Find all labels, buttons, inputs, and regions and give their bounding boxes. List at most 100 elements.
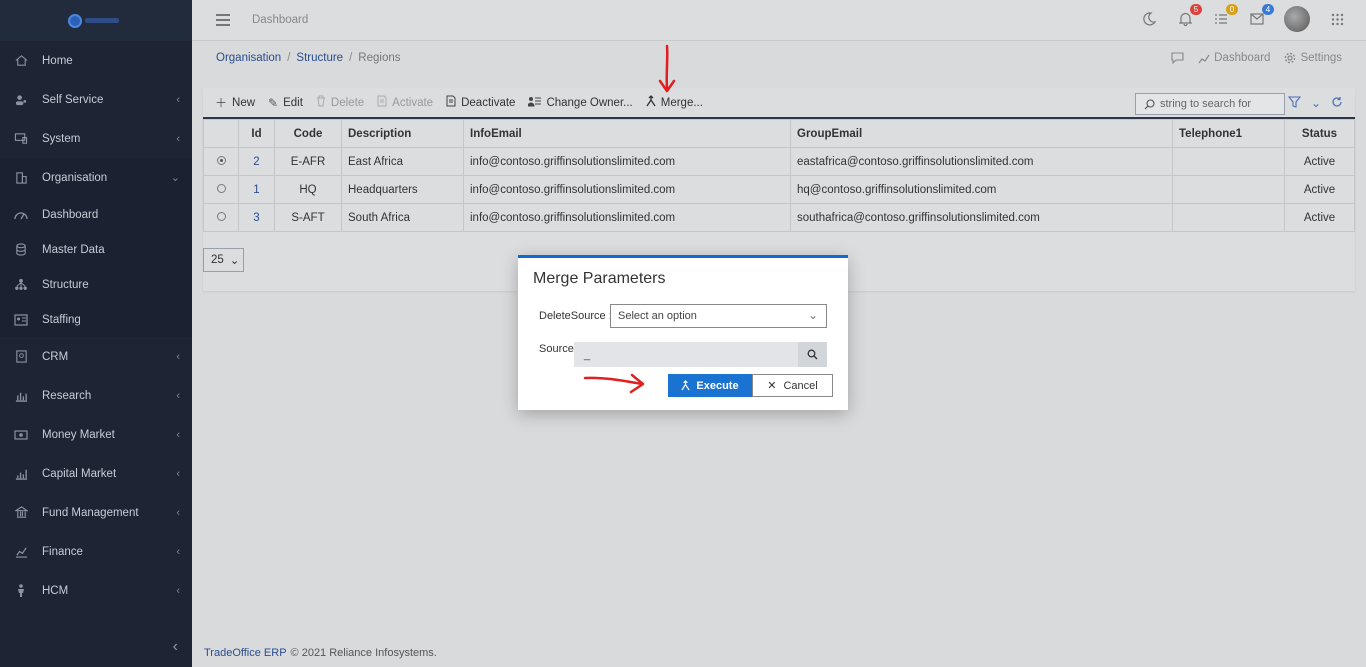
breadcrumb-organisation[interactable]: Organisation	[216, 52, 281, 64]
sidebar-item-staffing[interactable]: Staffing	[0, 302, 192, 337]
table-row[interactable]: 2 E-AFR East Africa info@contoso.griffin…	[203, 147, 1355, 176]
sidebar-item-crm[interactable]: CRM ‹	[0, 337, 192, 376]
source-input[interactable]: _	[574, 342, 798, 367]
sidebar-item-fund-management[interactable]: Fund Management ‹	[0, 493, 192, 532]
row-select-radio[interactable]	[203, 203, 239, 232]
contacts-icon	[14, 350, 28, 364]
users-icon	[14, 93, 28, 107]
cell-id[interactable]: 2	[238, 147, 275, 176]
row-select-radio[interactable]	[203, 175, 239, 204]
breadcrumb-structure[interactable]: Structure	[296, 52, 343, 64]
filter-icon[interactable]	[1287, 96, 1302, 111]
cell-id[interactable]: 3	[238, 203, 275, 232]
chevron-down-icon: ⌄	[807, 308, 818, 322]
table-row[interactable]: 3 S-AFT South Africa info@contoso.griffi…	[203, 203, 1355, 232]
sidebar-item-organisation[interactable]: Organisation ⌄	[0, 158, 192, 197]
dashboard-link[interactable]: Dashboard	[1198, 52, 1270, 64]
sidebar-item-master-data[interactable]: Master Data	[0, 232, 192, 267]
chat-icon	[1171, 52, 1184, 64]
chevron-down-icon: ⌄	[170, 172, 180, 184]
collapse-sidebar-button[interactable]: ‹	[0, 627, 192, 667]
column-header-telephone1[interactable]: Telephone1	[1172, 119, 1285, 148]
chevron-left-icon: ‹	[176, 428, 180, 441]
sidebar-item-money-market[interactable]: Money Market ‹	[0, 415, 192, 454]
sidebar-item-structure[interactable]: Structure	[0, 267, 192, 302]
cell-id[interactable]: 1	[238, 175, 275, 204]
pencil-icon: ✎	[268, 95, 279, 110]
search-icon	[807, 349, 818, 360]
chat-link[interactable]	[1171, 52, 1184, 64]
chevron-down-icon[interactable]: ⌄	[1311, 96, 1321, 111]
column-header-description[interactable]: Description	[341, 119, 464, 148]
chevron-left-icon: ‹	[176, 389, 180, 402]
column-header-groupemail[interactable]: GroupEmail	[790, 119, 1173, 148]
sidebar-item-capital-market[interactable]: Capital Market ‹	[0, 454, 192, 493]
settings-link[interactable]: Settings	[1284, 52, 1342, 64]
cell-infoemail: info@contoso.griffinsolutionslimited.com	[463, 147, 791, 176]
chevron-down-icon: ⌄	[229, 255, 240, 267]
cell-description: East Africa	[341, 147, 464, 176]
tasks-icon[interactable]: 0	[1212, 4, 1238, 28]
sidebar-item-label: Money Market	[42, 428, 115, 441]
top-bar-title: Dashboard	[252, 14, 309, 26]
dark-mode-icon[interactable]	[1140, 10, 1158, 28]
header-links: Dashboard Settings	[1171, 52, 1342, 64]
sidebar-item-label: CRM	[42, 350, 69, 363]
refresh-icon[interactable]	[1331, 96, 1343, 111]
edit-button[interactable]: ✎ Edit	[268, 96, 303, 110]
breadcrumb: Organisation / Structure / Regions	[216, 52, 401, 64]
change-owner-button[interactable]: Change Owner...	[527, 96, 633, 110]
activate-button[interactable]: Activate	[377, 95, 433, 110]
page-size-select[interactable]: 25 ⌄	[203, 248, 244, 272]
app-logo[interactable]	[68, 13, 124, 29]
merge-button[interactable]: Merge...	[646, 95, 703, 110]
building-icon	[14, 171, 28, 185]
radio-unselected[interactable]	[216, 183, 226, 193]
messages-envelope-icon[interactable]: 4	[1248, 4, 1274, 28]
sidebar-item-dashboard[interactable]: Dashboard	[0, 197, 192, 232]
column-header-code[interactable]: Code	[274, 119, 342, 148]
row-select-radio[interactable]	[203, 147, 239, 176]
sidebar-item-self-service[interactable]: Self Service ‹	[0, 80, 192, 119]
apps-grid-icon[interactable]	[1328, 10, 1346, 28]
cancel-button[interactable]: ✕ Cancel	[752, 374, 833, 397]
money-icon	[14, 428, 28, 442]
execute-button[interactable]: Execute	[668, 374, 752, 397]
sidebar-item-home[interactable]: Home	[0, 41, 192, 80]
column-header-status[interactable]: Status	[1284, 119, 1355, 148]
id-card-icon	[14, 313, 28, 327]
user-avatar[interactable]	[1284, 6, 1310, 32]
sidebar-item-label: Home	[42, 54, 73, 67]
delete-button[interactable]: Delete	[316, 95, 364, 110]
footer-brand-link[interactable]: TradeOffice ERP	[204, 647, 287, 659]
trend-icon	[1198, 54, 1210, 63]
annotation-arrow-down-icon	[658, 44, 676, 93]
close-icon: ✕	[767, 380, 777, 392]
sidebar-item-label: Master Data	[42, 243, 105, 256]
notifications-bell-icon[interactable]: 5	[1176, 4, 1202, 28]
column-header-id[interactable]: Id	[238, 119, 275, 148]
cell-status: Active	[1284, 147, 1355, 176]
logo-bar	[0, 0, 192, 41]
sidebar-nav: Home Self Service ‹ System ‹ Organisatio…	[0, 41, 192, 610]
sidebar-item-finance[interactable]: Finance ‹	[0, 532, 192, 571]
hamburger-menu-icon[interactable]	[216, 14, 230, 26]
cell-code: S-AFT	[274, 203, 342, 232]
delete-source-select[interactable]: Select an option ⌄	[610, 304, 827, 328]
new-button[interactable]: ＋ New	[215, 94, 255, 111]
document-icon	[377, 95, 387, 110]
search-input[interactable]: string to search for	[1135, 93, 1285, 115]
sidebar-item-research[interactable]: Research ‹	[0, 376, 192, 415]
sidebar-item-label: Research	[42, 389, 92, 402]
source-lookup-button[interactable]	[798, 342, 827, 367]
cell-groupemail: hq@contoso.griffinsolutionslimited.com	[790, 175, 1173, 204]
table-row[interactable]: 1 HQ Headquarters info@contoso.griffinso…	[203, 175, 1355, 204]
gauge-icon	[14, 208, 28, 222]
radio-unselected[interactable]	[216, 211, 226, 221]
sidebar-item-hcm[interactable]: HCM ‹	[0, 571, 192, 610]
messages-badge: 4	[1262, 4, 1274, 15]
sidebar-item-system[interactable]: System ‹	[0, 119, 192, 158]
column-header-infoemail[interactable]: InfoEmail	[463, 119, 791, 148]
radio-selected[interactable]	[216, 155, 226, 165]
deactivate-button[interactable]: Deactivate	[446, 95, 515, 110]
